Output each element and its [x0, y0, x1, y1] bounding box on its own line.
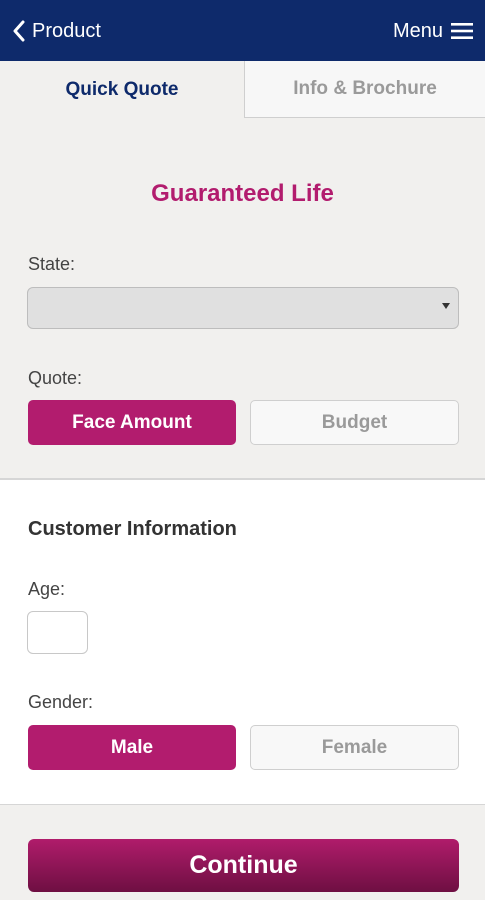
customer-info-heading: Customer Information — [28, 518, 237, 540]
state-label: State: — [28, 254, 76, 274]
top-app-bar: Product Menu — [0, 0, 485, 61]
female-button[interactable]: Female — [250, 725, 459, 770]
age-input[interactable] — [27, 611, 88, 654]
footer-divider — [0, 804, 485, 805]
back-button[interactable]: Product — [12, 15, 101, 47]
continue-button[interactable]: Continue — [28, 839, 459, 892]
face-amount-button[interactable]: Face Amount — [28, 400, 236, 445]
gender-label: Gender: — [28, 692, 94, 712]
age-label: Age: — [28, 579, 66, 599]
product-title: Guaranteed Life — [151, 180, 334, 207]
back-label: Product — [32, 19, 101, 42]
menu-button[interactable]: Menu — [393, 15, 473, 47]
chevron-left-icon — [13, 20, 25, 42]
menu-label: Menu — [392, 19, 443, 42]
tab-bar: Quick Quote Info & Brochure — [0, 61, 485, 118]
tab-info-brochure[interactable]: Info & Brochure — [244, 61, 485, 118]
dropdown-caret-icon — [442, 303, 450, 309]
hamburger-icon — [451, 23, 473, 39]
budget-button[interactable]: Budget — [250, 400, 459, 445]
state-select[interactable] — [27, 287, 459, 329]
tab-quick-quote[interactable]: Quick Quote — [0, 61, 244, 118]
quote-label: Quote: — [28, 368, 83, 388]
male-button[interactable]: Male — [28, 725, 236, 770]
